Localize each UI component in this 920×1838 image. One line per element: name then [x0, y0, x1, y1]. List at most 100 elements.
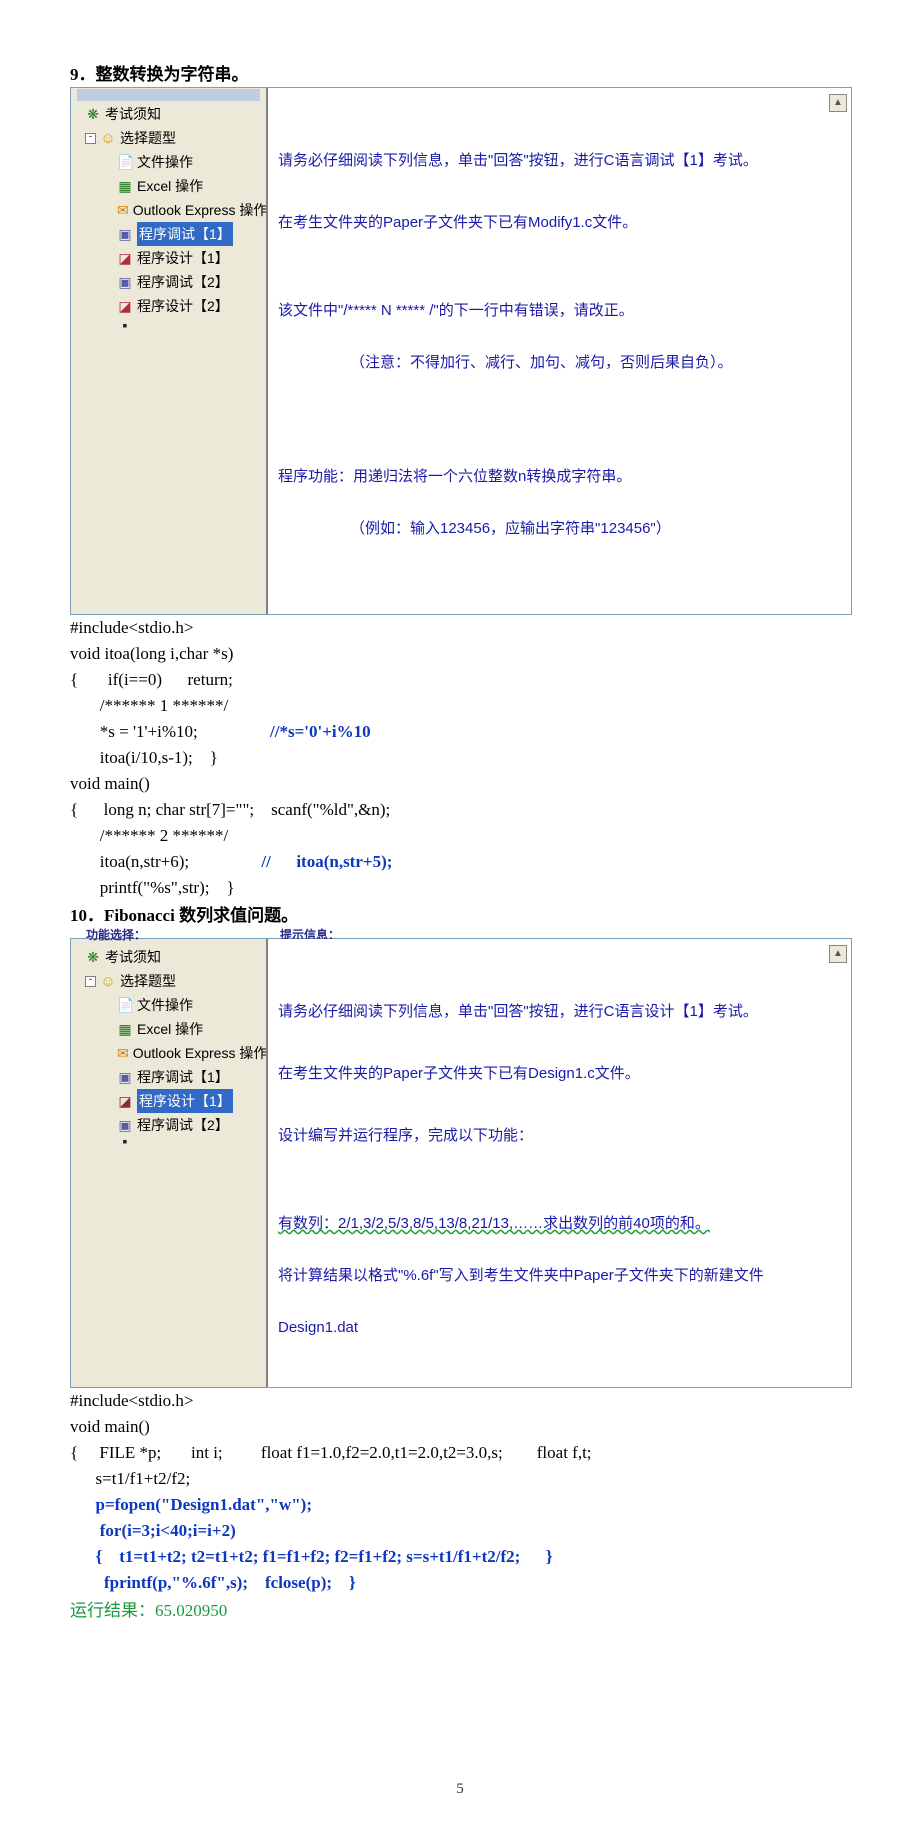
- tree-item[interactable]: ▦ Excel 操作: [77, 174, 262, 198]
- tree-group-label: 选择题型: [120, 969, 176, 993]
- code-line: void main(): [70, 1417, 150, 1436]
- tree-item[interactable]: ▣ 程序调试【2】: [77, 270, 262, 294]
- tree-root-label: 考试须知: [105, 945, 161, 969]
- code-block-9: #include<stdio.h> void itoa(long i,char …: [70, 615, 850, 901]
- smile-icon: ☺: [100, 131, 116, 146]
- code-answer-line: fprintf(p,"%.6f",s); fclose(p); }: [70, 1573, 356, 1592]
- tree-item-debug1[interactable]: ▣ 程序调试【1】: [77, 222, 262, 246]
- code-line: itoa(n,str+6);: [70, 852, 189, 871]
- mail-icon: ✉: [117, 203, 129, 217]
- tree-item-label: 文件操作: [137, 993, 193, 1017]
- info-text: （注意：不得加行、减行、加句、减句，否则后果自负）。: [278, 350, 801, 376]
- code-line: #include<stdio.h>: [70, 1391, 194, 1410]
- code-answer-line: { t1=t1+t2; t2=t1+t2; f1=f1+f2; f2=f1+f2…: [70, 1547, 553, 1566]
- info-line: 请务必仔细阅读下列信息，单击"回答"按钮，进行C语言调试【1】考试。: [278, 148, 801, 174]
- tree-item[interactable]: ✉ Outlook Express 操作: [77, 1041, 262, 1065]
- tree-item-label: Outlook Express 操作: [133, 198, 268, 222]
- file-icon: 📄: [117, 155, 133, 169]
- scroll-up-button[interactable]: ▲: [829, 945, 847, 963]
- info-line: 该文件中"/***** N ***** /"的下一行中有错误，请改正。 （注意：…: [278, 272, 801, 402]
- info-text: （例如：输入123456，应输出字符串"123456"）: [278, 516, 801, 542]
- code-line: *s = '1'+i%10;: [70, 722, 198, 741]
- tree-item[interactable]: ◪ 程序设计【1】: [77, 246, 262, 270]
- code-line: { if(i==0) return;: [70, 670, 233, 689]
- unknown-icon: ▪: [117, 1137, 133, 1145]
- tree-item[interactable]: 📄 文件操作: [77, 993, 262, 1017]
- tree-item-label: Excel 操作: [137, 1017, 203, 1041]
- info-text: Design1.dat: [278, 1319, 358, 1336]
- debug-icon: ▣: [117, 227, 133, 241]
- info-text: 该文件中"/***** N ***** /"的下一行中有错误，请改正。: [278, 302, 634, 319]
- bug-icon: ❋: [85, 950, 101, 964]
- code-line: void itoa(long i,char *s): [70, 644, 233, 663]
- tree-item-label: Outlook Express 操作: [133, 1041, 268, 1065]
- code-line: printf("%s",str); }: [70, 878, 235, 897]
- info-line: 请务必仔细阅读下列信息，单击"回答"按钮，进行C语言设计【1】考试。: [278, 999, 801, 1025]
- tree-item[interactable]: ▣ 程序调试【2】: [77, 1113, 262, 1137]
- tree-item-label: 文件操作: [137, 150, 193, 174]
- info-text: 将计算结果以格式"%.6f"写入到考生文件夹中Paper子文件夹下的新建文件: [278, 1267, 764, 1284]
- info-col-10: ▲ 请务必仔细阅读下列信息，单击"回答"按钮，进行C语言设计【1】考试。 在考生…: [266, 939, 851, 1387]
- tree-item-label: Excel 操作: [137, 174, 203, 198]
- tree-item-label: 程序调试【2】: [137, 1113, 229, 1137]
- tree-expand-icon[interactable]: -: [85, 133, 96, 144]
- excel-icon: ▦: [117, 1022, 133, 1036]
- code-line: /****** 1 ******/: [70, 696, 228, 715]
- panel-remnant-strip: [77, 89, 260, 101]
- panel-section-10: ❋ 考试须知 - ☺ 选择题型 📄 文件操作 ▦ Excel 操作 ✉: [70, 938, 852, 1388]
- tree-item[interactable]: ▣ 程序调试【1】: [77, 1065, 262, 1089]
- info-text: 有数列：2/1,3/2,5/3,8/5,13/8,21/13,……求出数列的前4…: [278, 1215, 710, 1232]
- tree-root[interactable]: ❋ 考试须知: [77, 102, 262, 126]
- section-10-title: 10．Fibonacci 数列求值问题。: [70, 901, 850, 926]
- info-line: 在考生文件夹的Paper子文件夹下已有Design1.c文件。: [278, 1061, 801, 1087]
- tree-item-label: 程序调试【2】: [137, 270, 229, 294]
- section-9-title: 9．整数转换为字符串。: [70, 60, 850, 85]
- scroll-up-button[interactable]: ▲: [829, 94, 847, 112]
- info-line: 在考生文件夹的Paper子文件夹下已有Modify1.c文件。: [278, 210, 801, 236]
- tree-group-label: 选择题型: [120, 126, 176, 150]
- tree-item[interactable]: ◪ 程序设计【2】: [77, 294, 262, 318]
- tree-item-label: 程序设计【1】: [137, 1089, 233, 1113]
- code-block-10: #include<stdio.h> void main() { FILE *p;…: [70, 1388, 850, 1596]
- code-line: /****** 2 ******/: [70, 826, 228, 845]
- tree-group[interactable]: - ☺ 选择题型: [77, 126, 262, 150]
- code-line: { FILE *p; int i; float f1=1.0,f2=2.0,t1…: [70, 1443, 592, 1462]
- run-result-label: 运行结果：: [70, 1601, 155, 1620]
- tree-col-9: ❋ 考试须知 - ☺ 选择题型 📄 文件操作 ▦ Excel 操作 ✉: [71, 88, 266, 614]
- smile-icon: ☺: [100, 974, 116, 989]
- tree-root[interactable]: ❋ 考试须知: [77, 945, 262, 969]
- design-icon: ◪: [117, 1094, 133, 1108]
- tree-item-cutoff: ▪: [77, 1137, 262, 1145]
- code-line: void main(): [70, 774, 150, 793]
- page-number: 5: [70, 1781, 850, 1798]
- info-line: 有数列：2/1,3/2,5/3,8/5,13/8,21/13,……求出数列的前4…: [278, 1185, 801, 1341]
- tree-root-label: 考试须知: [105, 102, 161, 126]
- tree-item[interactable]: 📄 文件操作: [77, 150, 262, 174]
- debug-icon: ▣: [117, 1118, 133, 1132]
- tree-expand-icon[interactable]: -: [85, 976, 96, 987]
- design-icon: ◪: [117, 299, 133, 313]
- file-icon: 📄: [117, 998, 133, 1012]
- info-col-9: ▲ 请务必仔细阅读下列信息，单击"回答"按钮，进行C语言调试【1】考试。 在考生…: [266, 88, 851, 614]
- bug-icon: ❋: [85, 107, 101, 121]
- design-icon: ◪: [117, 251, 133, 265]
- code-correction: //*s='0'+i%10: [270, 722, 371, 741]
- debug-icon: ▣: [117, 1070, 133, 1084]
- code-line: s=t1/f1+t2/f2;: [70, 1469, 190, 1488]
- excel-icon: ▦: [117, 179, 133, 193]
- code-answer-line: for(i=3;i<40;i=i+2): [70, 1521, 236, 1540]
- tree-group[interactable]: - ☺ 选择题型: [77, 969, 262, 993]
- unknown-icon: ▪: [117, 318, 133, 332]
- tree-item-label: 程序设计【2】: [137, 294, 229, 318]
- tree-item-label: 程序调试【1】: [137, 1065, 229, 1089]
- code-correction: // itoa(n,str+5);: [261, 852, 392, 871]
- tree-item-cutoff: ▪: [77, 318, 262, 332]
- mail-icon: ✉: [117, 1046, 129, 1060]
- tree-item-design1[interactable]: ◪ 程序设计【1】: [77, 1089, 262, 1113]
- panel-section-9: ❋ 考试须知 - ☺ 选择题型 📄 文件操作 ▦ Excel 操作 ✉: [70, 87, 852, 615]
- run-result-value: 65.020950: [155, 1601, 227, 1620]
- tree-col-10: ❋ 考试须知 - ☺ 选择题型 📄 文件操作 ▦ Excel 操作 ✉: [71, 939, 266, 1387]
- tree-item[interactable]: ✉ Outlook Express 操作: [77, 198, 262, 222]
- info-line: 设计编写并运行程序，完成以下功能：: [278, 1123, 801, 1149]
- tree-item[interactable]: ▦ Excel 操作: [77, 1017, 262, 1041]
